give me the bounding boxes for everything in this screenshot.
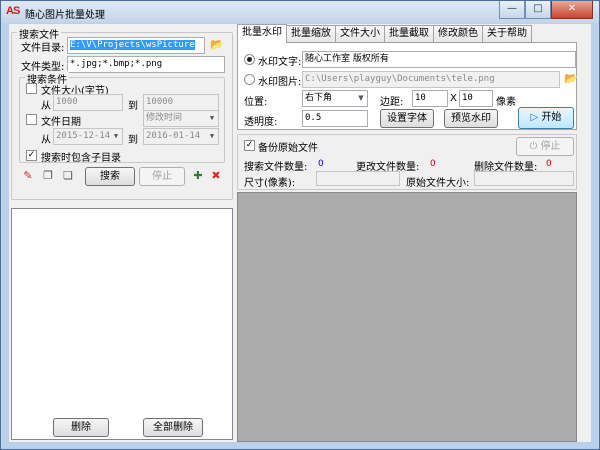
found-count-value: 0	[318, 159, 324, 169]
delete-all-button[interactable]: 全部删除	[143, 418, 203, 437]
type-input[interactable]: *.jpg;*.bmp;*.png	[67, 56, 225, 73]
image-watermark-label: 水印图片:	[258, 77, 302, 88]
include-sub-label: 搜索时包含子目录	[41, 153, 121, 164]
tab-crop[interactable]: 批量截取	[384, 25, 434, 42]
position-select[interactable]: 右下角 ▼	[302, 90, 368, 107]
play-icon: ▷	[530, 112, 539, 123]
tab-color[interactable]: 修改颜色	[433, 25, 483, 42]
changed-count-value: 0	[430, 159, 436, 169]
preview-watermark-button[interactable]: 预览水印	[444, 109, 498, 128]
search-button[interactable]: 搜索	[85, 167, 135, 186]
deleted-count-value: 0	[546, 159, 552, 169]
position-label: 位置:	[244, 97, 268, 108]
margin-y-input[interactable]: 10	[459, 90, 493, 107]
select-all-icon[interactable]: ✎	[21, 169, 35, 183]
start-button[interactable]: ▷ 开始	[518, 107, 574, 129]
add-files-icon[interactable]: ✚	[191, 169, 205, 183]
date-label: 文件日期	[41, 117, 81, 128]
stop-icon: ⏻	[529, 141, 538, 152]
tab-strip: 批量水印 批量缩放 文件大小 批量截取 修改颜色 关于帮助	[237, 24, 532, 43]
margin-label: 边距:	[380, 97, 404, 108]
watermark-image-input[interactable]: C:\Users\playguy\Documents\tele.png	[302, 71, 560, 88]
size-to-input[interactable]: 10000	[143, 94, 219, 111]
stop-search-button[interactable]: 停止	[139, 167, 185, 186]
delete-button[interactable]: 删除	[53, 418, 109, 437]
client-area: 搜索文件 文件目录: E:\V\Projects\wsPicture 📂 文件类…	[9, 24, 591, 442]
orig-size-field	[474, 171, 574, 186]
margin-x-input[interactable]: 10	[412, 90, 448, 107]
chevron-down-icon: ▼	[209, 114, 215, 122]
title-bar[interactable]: AS 随心图片批量处理 — □ ✕	[1, 1, 599, 23]
margin-x-separator: X	[450, 93, 457, 104]
folder-open-icon[interactable]: 📂	[210, 38, 224, 51]
opacity-label: 透明度:	[244, 117, 278, 128]
window-title: 随心图片批量处理	[25, 10, 105, 21]
close-button[interactable]: ✕	[551, 1, 593, 19]
date-to-picker[interactable]: 2016-01-14 ▼	[143, 128, 219, 145]
text-watermark-radio[interactable]	[244, 54, 255, 65]
backup-label: 备份原始文件	[258, 143, 318, 154]
include-sub-checkbox[interactable]: ✓	[26, 150, 37, 161]
size-checkbox[interactable]	[26, 83, 37, 94]
tab-resize[interactable]: 批量缩放	[286, 25, 336, 42]
size-from-label: 从	[41, 101, 51, 112]
remove-files-icon[interactable]: ✖	[209, 169, 223, 183]
date-mode-select[interactable]: 修改时间 ▼	[143, 110, 219, 127]
tab-help[interactable]: 关于帮助	[482, 25, 532, 42]
search-panel: 搜索文件 文件目录: E:\V\Projects\wsPicture 📂 文件类…	[9, 24, 235, 442]
opacity-input[interactable]: 0.5	[302, 110, 368, 127]
date-from-picker[interactable]: 2015-12-14 ▼	[53, 128, 123, 145]
chevron-down-icon: ▼	[358, 94, 364, 102]
dir-input[interactable]: E:\V\Projects\wsPicture	[67, 37, 205, 54]
status-panel: ✓ 备份原始文件 ⏻ 停止 搜索文件数量: 0 更改文件数量: 0 删除文件数量…	[237, 134, 577, 190]
size-from-input[interactable]: 1000	[53, 94, 123, 111]
watermark-text-input[interactable]: 随心工作室 版权所有	[302, 51, 576, 68]
tab-watermark[interactable]: 批量水印	[237, 24, 287, 43]
dir-label: 文件目录:	[21, 43, 65, 54]
folder-open-icon[interactable]: 📂	[564, 72, 578, 85]
pixel-unit-label: 像素	[496, 97, 516, 108]
set-font-button[interactable]: 设置字体	[380, 109, 434, 128]
orig-size-label: 原始文件大小:	[406, 178, 470, 189]
date-checkbox[interactable]	[26, 114, 37, 125]
file-list[interactable]	[11, 208, 233, 440]
tab-filesize[interactable]: 文件大小	[335, 25, 385, 42]
paste-icon[interactable]: ❏	[61, 169, 75, 183]
found-count-label: 搜索文件数量:	[244, 162, 308, 173]
date-from-label: 从	[41, 135, 51, 146]
chevron-down-icon: ▼	[209, 132, 215, 140]
chevron-down-icon: ▼	[113, 132, 119, 140]
dimension-field	[316, 171, 400, 186]
copy-icon[interactable]: ❐	[41, 169, 55, 183]
text-watermark-label: 水印文字:	[258, 57, 302, 68]
process-panel: 批量水印 批量缩放 文件大小 批量截取 修改颜色 关于帮助 水印文字: 随心工作…	[237, 24, 591, 442]
window-controls: — □ ✕	[499, 1, 593, 19]
backup-checkbox[interactable]: ✓	[244, 140, 255, 151]
dimension-label: 尺寸(像素):	[244, 178, 296, 189]
image-watermark-radio[interactable]	[244, 74, 255, 85]
main-window: AS 随心图片批量处理 — □ ✕ 搜索文件 文件目录: E:\V\Projec…	[0, 0, 600, 450]
stop-process-button[interactable]: ⏻ 停止	[516, 137, 574, 156]
maximize-button[interactable]: □	[525, 1, 551, 19]
size-to-label: 到	[128, 101, 138, 112]
date-to-label: 到	[128, 135, 138, 146]
watermark-panel: 水印文字: 随心工作室 版权所有 水印图片: C:\Users\playguy\…	[237, 42, 578, 130]
minimize-button[interactable]: —	[499, 1, 525, 19]
preview-area	[237, 192, 577, 442]
app-logo-icon: AS	[6, 5, 20, 17]
